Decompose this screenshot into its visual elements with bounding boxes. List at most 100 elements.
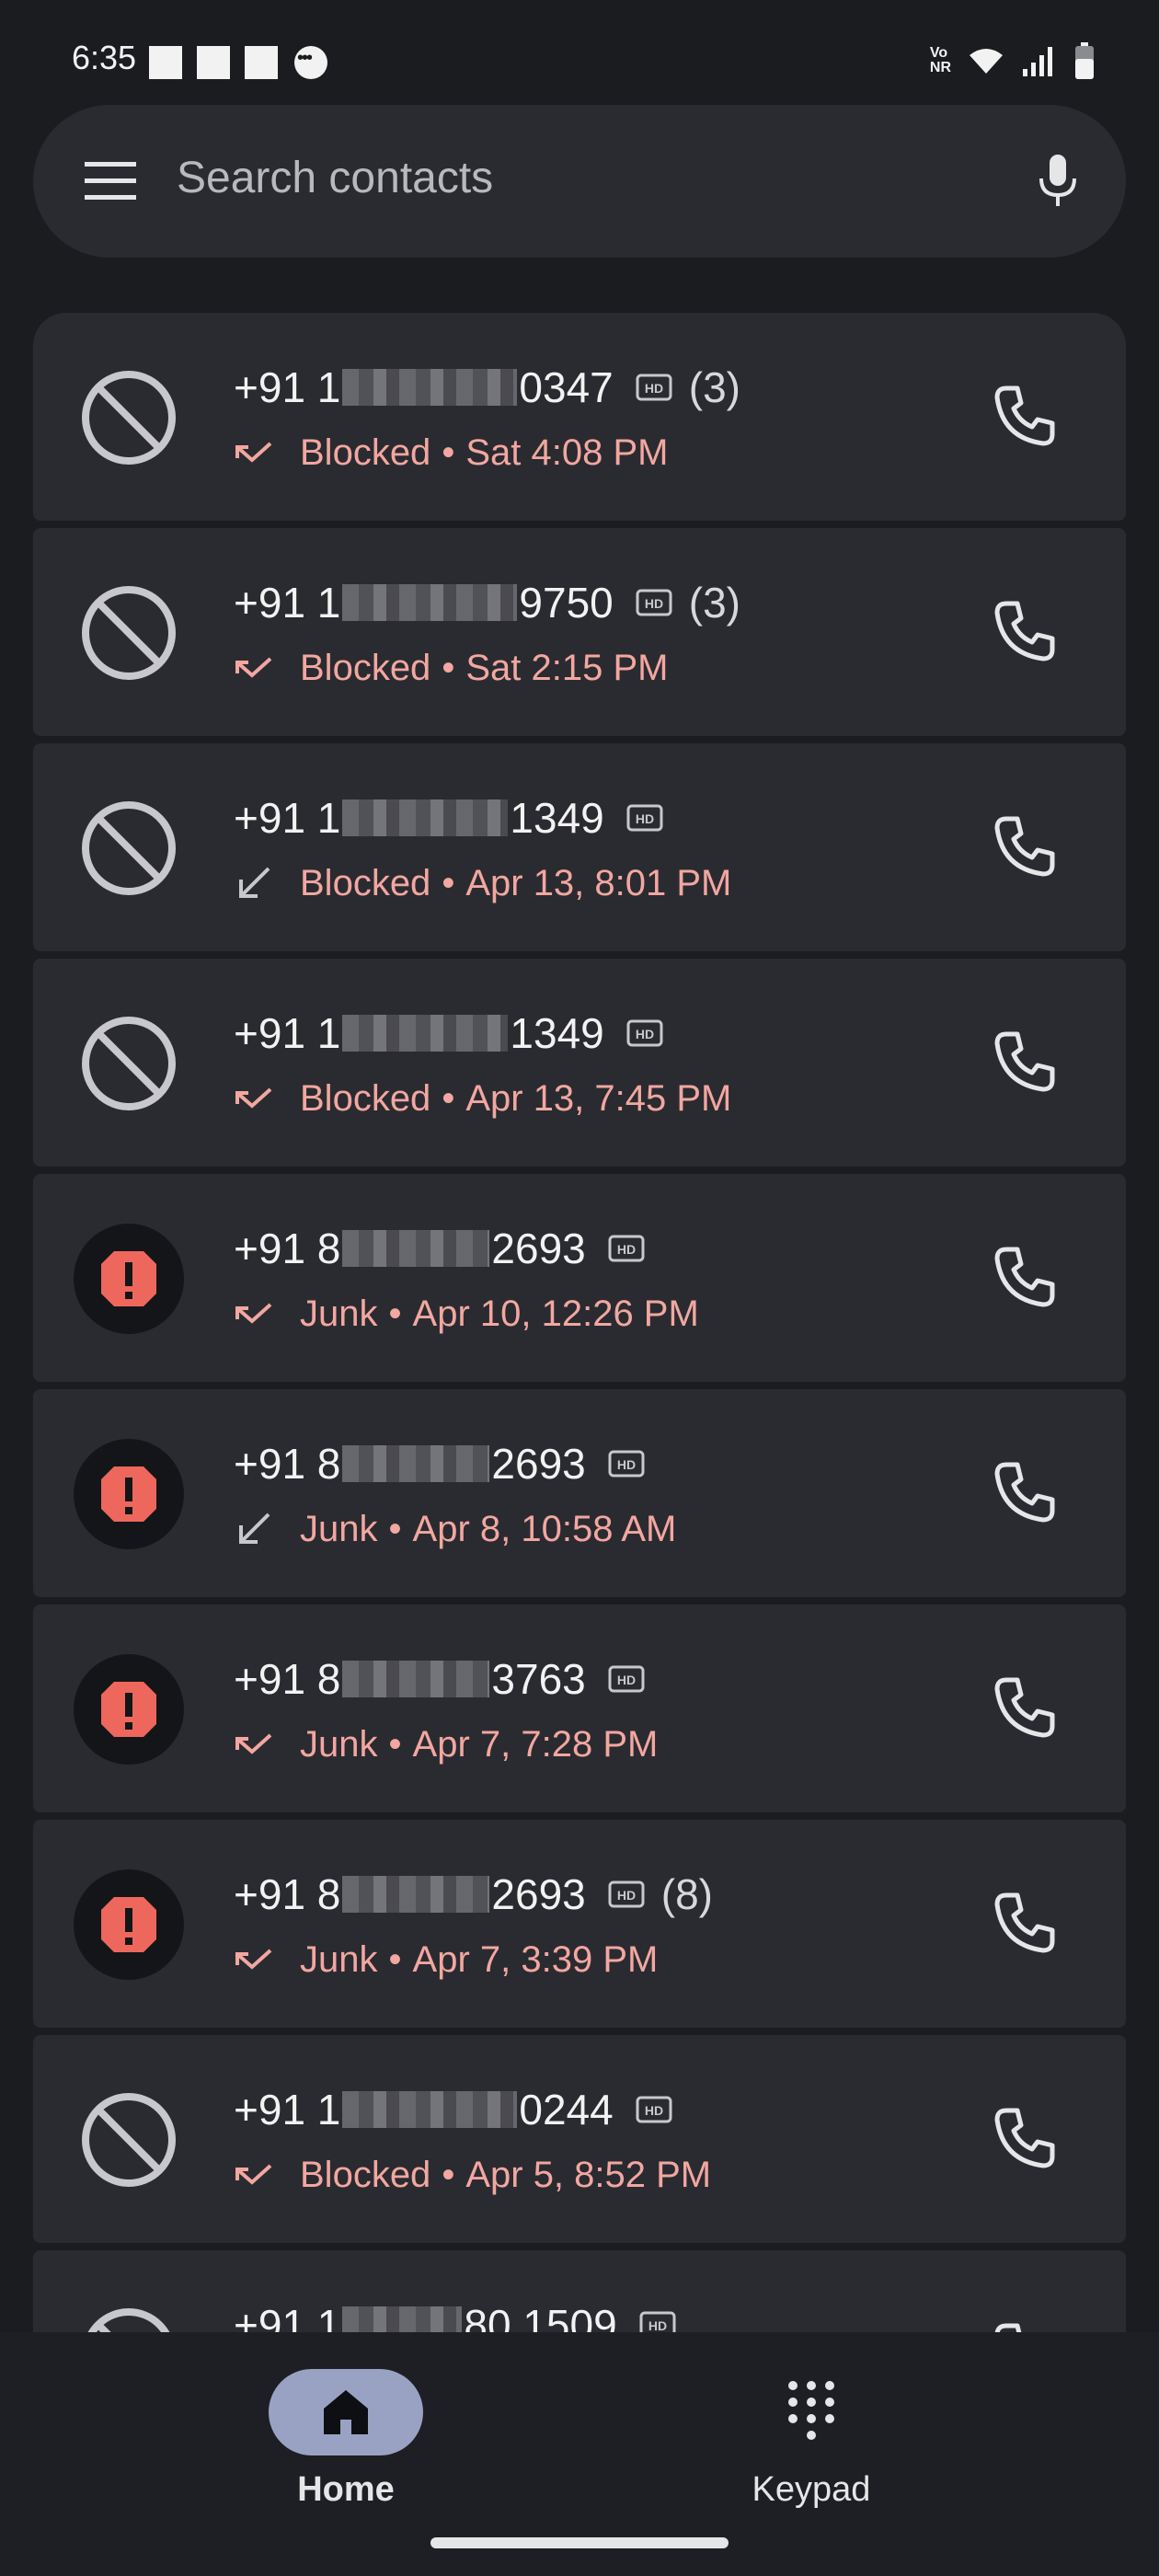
hd-call-icon: HD <box>636 374 672 401</box>
call-time: Apr 7, 7:28 PM <box>412 1723 659 1765</box>
phone-number: +91 1 80 1509 HD <box>234 2298 693 2332</box>
redacted-digits <box>342 2306 463 2332</box>
call-back-button[interactable] <box>990 1888 1060 1958</box>
phone-number: +91 1 9750 HD (3) <box>234 576 740 629</box>
phone-number: +91 1 1349 HD <box>234 1006 680 1060</box>
call-back-button[interactable] <box>990 1027 1060 1097</box>
redacted-digits <box>342 1876 490 1913</box>
call-log-row[interactable]: +91 1 9750 HD (3) Blocked • Sat 2:15 PM <box>33 528 1126 736</box>
hd-call-icon: HD <box>626 804 663 832</box>
dialpad-icon <box>788 2381 834 2440</box>
call-status: Blocked <box>300 1077 431 1119</box>
call-log-row[interactable]: +91 1 80 1509 HD <box>33 2250 1126 2332</box>
wifi-icon <box>970 49 1003 74</box>
phone-suffix: 2693 <box>491 1870 586 1918</box>
junk-avatar <box>74 1439 184 1549</box>
phone-prefix: +91 1 <box>234 2301 341 2332</box>
phone-prefix: +91 8 <box>234 1870 341 1918</box>
call-time: Apr 13, 8:01 PM <box>465 862 732 903</box>
svg-text:HD: HD <box>648 2318 667 2332</box>
svg-text:HD: HD <box>645 596 663 611</box>
phone-number: +91 8 2693 HD (8) <box>234 1868 713 1921</box>
hd-call-icon: HD <box>639 2311 676 2332</box>
call-details: Junk • Apr 7, 3:39 PM <box>234 1934 658 1985</box>
redacted-digits <box>342 1661 490 1697</box>
call-history-list[interactable]: +91 1 0347 HD (3) Blocked • Sat 4:08 PM +91 1 97… <box>33 313 1126 2332</box>
missed-call-icon <box>235 1733 272 1754</box>
call-log-row[interactable]: +91 8 3763 HD Junk • Apr 7, 7:28 PM <box>33 1604 1126 1812</box>
phone-prefix: +91 1 <box>234 794 341 842</box>
separator: • <box>388 1938 402 1980</box>
phone-number: +91 1 1349 HD <box>234 791 680 845</box>
junk-avatar <box>74 1869 184 1980</box>
call-status: Junk <box>300 1293 378 1334</box>
hd-call-icon: HD <box>608 1665 645 1693</box>
call-details: Junk • Apr 8, 10:58 AM <box>234 1503 676 1555</box>
call-details: Blocked • Apr 13, 7:45 PM <box>234 1073 731 1124</box>
call-log-row[interactable]: +91 8 2693 HD Junk • Apr 8, 10:58 AM <box>33 1389 1126 1597</box>
call-back-button[interactable] <box>990 811 1060 881</box>
menu-icon[interactable] <box>85 160 136 202</box>
call-back-button[interactable] <box>990 1673 1060 1742</box>
redacted-digits <box>342 2091 518 2128</box>
search-input[interactable]: Search contacts <box>177 153 493 203</box>
call-details: Junk • Apr 10, 12:26 PM <box>234 1288 699 1340</box>
status-bar: 6:35 Vo NR <box>0 0 1159 110</box>
separator: • <box>442 647 455 688</box>
call-back-button[interactable] <box>990 596 1060 666</box>
hd-call-icon: HD <box>608 1880 645 1908</box>
call-status: Junk <box>300 1938 378 1980</box>
call-count: (3) <box>688 579 740 627</box>
call-back-button[interactable] <box>990 2103 1060 2173</box>
call-details: Junk • Apr 7, 7:28 PM <box>234 1719 658 1770</box>
call-status: Blocked <box>300 647 431 688</box>
missed-call-icon <box>235 657 272 678</box>
call-log-row[interactable]: +91 1 0244 HD Blocked • Apr 5, 8:52 PM <box>33 2035 1126 2243</box>
call-log-row[interactable]: +91 8 2693 HD (8) Junk • Apr 7, 3:39 PM <box>33 1820 1126 2028</box>
phone-suffix: 3763 <box>491 1655 586 1703</box>
call-back-button[interactable] <box>990 1457 1060 1527</box>
phone-suffix: 80 1509 <box>464 2301 617 2332</box>
redacted-digits <box>342 1015 509 1052</box>
call-back-button[interactable] <box>990 381 1060 451</box>
svg-text:HD: HD <box>636 811 654 826</box>
call-back-button[interactable] <box>990 2318 1060 2332</box>
search-bar[interactable]: Search contacts <box>33 105 1126 258</box>
chat-notification-icon <box>294 46 327 79</box>
phone-suffix: 0244 <box>519 2086 614 2133</box>
blocked-icon <box>82 2093 176 2187</box>
svg-text:HD: HD <box>645 381 663 396</box>
phone-prefix: +91 1 <box>234 363 341 411</box>
call-status: Blocked <box>300 2154 431 2195</box>
missed-call-icon <box>235 1303 272 1324</box>
phone-prefix: +91 8 <box>234 1225 341 1272</box>
blocked-icon <box>82 586 176 680</box>
gesture-handle[interactable] <box>430 2537 729 2548</box>
nav-keypad-tab[interactable]: Keypad <box>701 2351 922 2535</box>
phone-number: +91 1 0347 HD (3) <box>234 361 740 414</box>
call-time: Apr 8, 10:58 AM <box>412 1508 677 1549</box>
junk-avatar <box>74 1654 184 1765</box>
phone-number: +91 1 0244 HD <box>234 2083 689 2136</box>
blocked-icon <box>82 801 176 895</box>
keypad-label: Keypad <box>752 2470 871 2509</box>
hd-call-icon: HD <box>608 1450 645 1478</box>
microphone-icon[interactable] <box>1030 153 1085 208</box>
status-time: 6:35 <box>72 39 137 76</box>
call-time: Sat 4:08 PM <box>465 431 669 473</box>
missed-call-icon <box>235 1949 272 1970</box>
nav-home-tab[interactable]: Home <box>235 2351 456 2535</box>
call-log-row[interactable]: +91 1 1349 HD Blocked • Apr 13, 8:01 PM <box>33 743 1126 951</box>
separator: • <box>388 1723 402 1765</box>
phone-prefix: +91 1 <box>234 1009 341 1057</box>
call-log-row[interactable]: +91 8 2693 HD Junk • Apr 10, 12:26 PM <box>33 1174 1126 1382</box>
svg-text:HD: HD <box>636 1027 654 1041</box>
phone-suffix: 1349 <box>510 1009 604 1057</box>
call-status: Blocked <box>300 862 431 903</box>
call-log-row[interactable]: +91 1 1349 HD Blocked • Apr 13, 7:45 PM <box>33 959 1126 1167</box>
call-back-button[interactable] <box>990 1242 1060 1312</box>
redacted-digits <box>342 1445 490 1482</box>
call-details: Blocked • Apr 13, 8:01 PM <box>234 857 731 909</box>
phone-suffix: 9750 <box>519 579 614 627</box>
call-log-row[interactable]: +91 1 0347 HD (3) Blocked • Sat 4:08 PM <box>33 313 1126 521</box>
